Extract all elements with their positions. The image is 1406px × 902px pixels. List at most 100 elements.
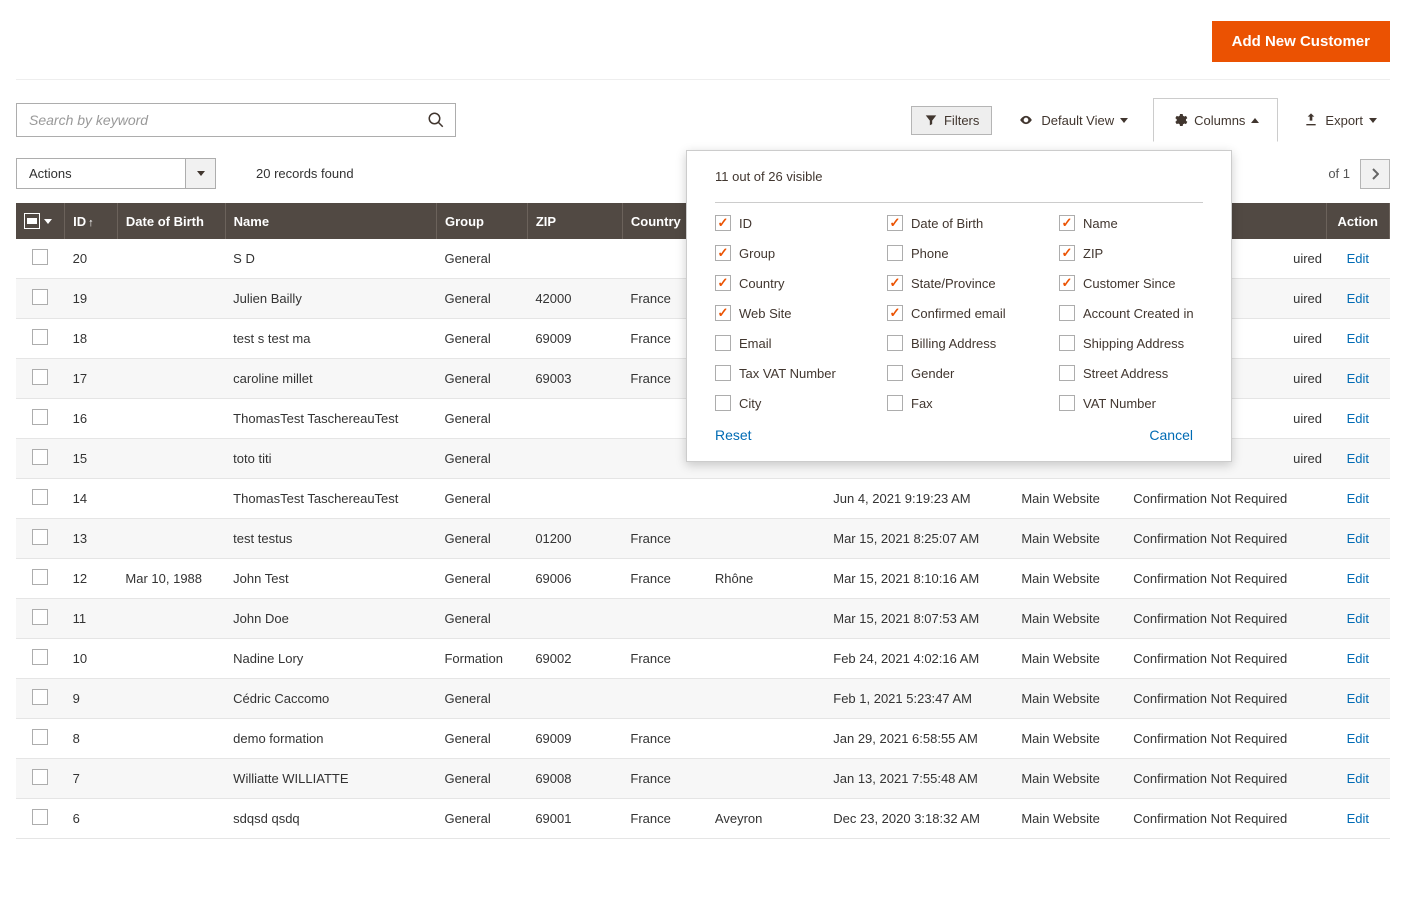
row-checkbox[interactable] [32, 649, 48, 665]
column-option-label: Billing Address [911, 336, 996, 351]
col-name[interactable]: Name [225, 203, 436, 239]
cell-confirmed: Confirmation Not Required [1125, 719, 1326, 759]
row-checkbox[interactable] [32, 369, 48, 385]
cell-website: Main Website [1013, 599, 1125, 639]
checkbox-icon [715, 365, 731, 381]
actions-dropdown-toggle[interactable] [186, 158, 216, 189]
cell-since: Mar 15, 2021 8:07:53 AM [825, 599, 1013, 639]
export-button[interactable]: Export [1290, 105, 1390, 135]
actions-dropdown[interactable]: Actions [16, 158, 216, 189]
column-option-gender[interactable]: Gender [887, 365, 1047, 381]
column-option-tax-vat-number[interactable]: Tax VAT Number [715, 365, 875, 381]
cell-dob [117, 639, 225, 679]
column-option-city[interactable]: City [715, 395, 875, 411]
next-page-button[interactable] [1360, 159, 1390, 189]
column-option-date-of-birth[interactable]: Date of Birth [887, 215, 1047, 231]
row-checkbox[interactable] [32, 289, 48, 305]
add-new-customer-button[interactable]: Add New Customer [1212, 21, 1390, 62]
column-option-fax[interactable]: Fax [887, 395, 1047, 411]
row-checkbox[interactable] [32, 609, 48, 625]
col-zip[interactable]: ZIP [527, 203, 622, 239]
cell-dob [117, 279, 225, 319]
col-id[interactable]: ID↑ [65, 203, 118, 239]
search-input[interactable] [27, 111, 427, 129]
column-option-id[interactable]: ID [715, 215, 875, 231]
edit-link[interactable]: Edit [1347, 611, 1369, 626]
column-option-country[interactable]: Country [715, 275, 875, 291]
cell-id: 9 [65, 679, 118, 719]
col-group[interactable]: Group [436, 203, 527, 239]
cell-id: 17 [65, 359, 118, 399]
column-option-email[interactable]: Email [715, 335, 875, 351]
edit-link[interactable]: Edit [1347, 531, 1369, 546]
edit-link[interactable]: Edit [1347, 691, 1369, 706]
cell-id: 12 [65, 559, 118, 599]
row-checkbox[interactable] [32, 329, 48, 345]
edit-link[interactable]: Edit [1347, 771, 1369, 786]
row-checkbox[interactable] [32, 449, 48, 465]
row-checkbox[interactable] [32, 249, 48, 265]
row-checkbox[interactable] [32, 529, 48, 545]
edit-link[interactable]: Edit [1347, 731, 1369, 746]
cell-zip: 69002 [527, 639, 622, 679]
columns-reset-link[interactable]: Reset [715, 427, 752, 443]
column-option-label: Customer Since [1083, 276, 1175, 291]
edit-link[interactable]: Edit [1347, 571, 1369, 586]
column-option-confirmed-email[interactable]: Confirmed email [887, 305, 1047, 321]
default-view-button[interactable]: Default View [1004, 106, 1141, 135]
edit-link[interactable]: Edit [1347, 491, 1369, 506]
edit-link[interactable]: Edit [1347, 411, 1369, 426]
edit-link[interactable]: Edit [1347, 251, 1369, 266]
cell-since: Mar 15, 2021 8:10:16 AM [825, 559, 1013, 599]
column-option-group[interactable]: Group [715, 245, 875, 261]
edit-link[interactable]: Edit [1347, 811, 1369, 826]
cell-confirmed: Confirmation Not Required [1125, 799, 1326, 839]
columns-button[interactable]: Columns [1153, 98, 1278, 142]
column-option-state-province[interactable]: State/Province [887, 275, 1047, 291]
records-found-label: 20 records found [232, 166, 354, 181]
row-checkbox[interactable] [32, 489, 48, 505]
cell-group: Formation [436, 639, 527, 679]
column-option-phone[interactable]: Phone [887, 245, 1047, 261]
filters-button[interactable]: Filters [911, 106, 992, 135]
col-dob[interactable]: Date of Birth [117, 203, 225, 239]
column-option-zip[interactable]: ZIP [1059, 245, 1219, 261]
edit-link[interactable]: Edit [1347, 371, 1369, 386]
row-checkbox[interactable] [32, 409, 48, 425]
table-row: 14ThomasTest TaschereauTestGeneralJun 4,… [16, 479, 1390, 519]
cell-name: Williatte WILLIATTE [225, 759, 436, 799]
row-checkbox[interactable] [32, 769, 48, 785]
edit-link[interactable]: Edit [1347, 331, 1369, 346]
cell-name: ThomasTest TaschereauTest [225, 479, 436, 519]
row-checkbox[interactable] [32, 809, 48, 825]
row-checkbox[interactable] [32, 569, 48, 585]
table-row: 7Williatte WILLIATTEGeneral69008FranceJa… [16, 759, 1390, 799]
edit-link[interactable]: Edit [1347, 291, 1369, 306]
cell-website: Main Website [1013, 679, 1125, 719]
row-checkbox[interactable] [32, 689, 48, 705]
edit-link[interactable]: Edit [1347, 451, 1369, 466]
cell-group: General [436, 319, 527, 359]
cell-state [707, 599, 825, 639]
cell-id: 18 [65, 319, 118, 359]
column-option-label: Account Created in [1083, 306, 1194, 321]
edit-link[interactable]: Edit [1347, 651, 1369, 666]
select-all-checkbox[interactable] [24, 213, 56, 229]
column-option-vat-number[interactable]: VAT Number [1059, 395, 1219, 411]
cell-since: Feb 1, 2021 5:23:47 AM [825, 679, 1013, 719]
column-option-customer-since[interactable]: Customer Since [1059, 275, 1219, 291]
column-option-shipping-address[interactable]: Shipping Address [1059, 335, 1219, 351]
cell-id: 10 [65, 639, 118, 679]
row-checkbox[interactable] [32, 729, 48, 745]
column-option-name[interactable]: Name [1059, 215, 1219, 231]
cell-id: 8 [65, 719, 118, 759]
column-option-web-site[interactable]: Web Site [715, 305, 875, 321]
cell-state [707, 639, 825, 679]
column-option-street-address[interactable]: Street Address [1059, 365, 1219, 381]
column-option-account-created-in[interactable]: Account Created in [1059, 305, 1219, 321]
column-option-billing-address[interactable]: Billing Address [887, 335, 1047, 351]
search-icon[interactable] [427, 111, 445, 129]
columns-cancel-link[interactable]: Cancel [1149, 427, 1193, 443]
cell-group: General [436, 719, 527, 759]
cell-dob [117, 359, 225, 399]
